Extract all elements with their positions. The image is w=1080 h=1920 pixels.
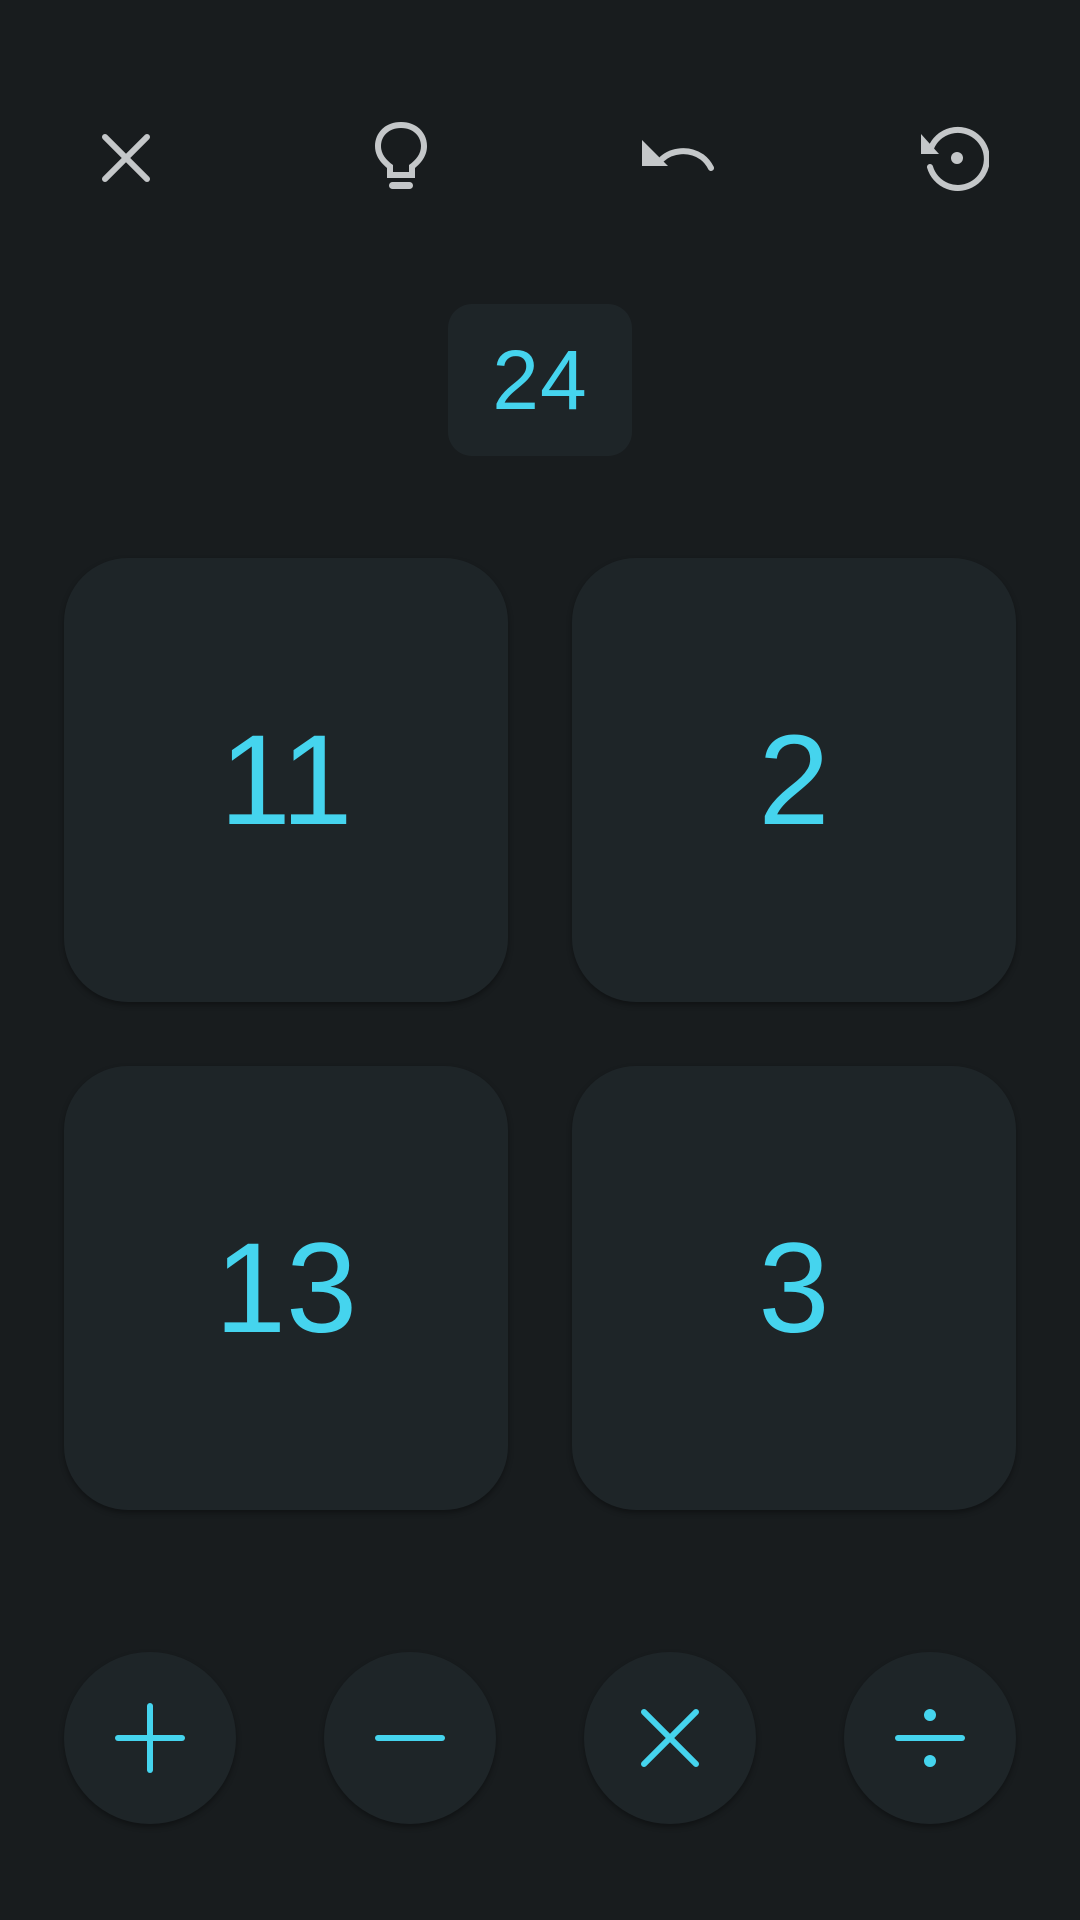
number-card-4[interactable]: 3	[572, 1066, 1016, 1510]
target-number: 24	[448, 304, 632, 456]
minus-icon	[375, 1735, 445, 1741]
multiply-icon	[641, 1709, 699, 1767]
toolbar	[0, 98, 1080, 218]
close-button[interactable]	[66, 98, 186, 218]
plus-icon	[115, 1703, 185, 1773]
undo-icon	[642, 140, 714, 171]
multiply-button[interactable]	[584, 1652, 756, 1824]
number-card-2[interactable]: 2	[572, 558, 1016, 1002]
restart-icon	[921, 126, 989, 191]
divide-icon	[895, 1709, 965, 1767]
hint-button[interactable]	[341, 98, 461, 218]
lightbulb-icon	[375, 122, 427, 189]
plus-button[interactable]	[64, 1652, 236, 1824]
undo-button[interactable]	[617, 98, 737, 218]
restart-button[interactable]	[893, 98, 1013, 218]
close-icon	[102, 134, 150, 182]
number-card-3[interactable]: 13	[64, 1066, 508, 1510]
minus-button[interactable]	[324, 1652, 496, 1824]
number-card-1[interactable]: 11	[64, 558, 508, 1002]
divide-button[interactable]	[844, 1652, 1016, 1824]
